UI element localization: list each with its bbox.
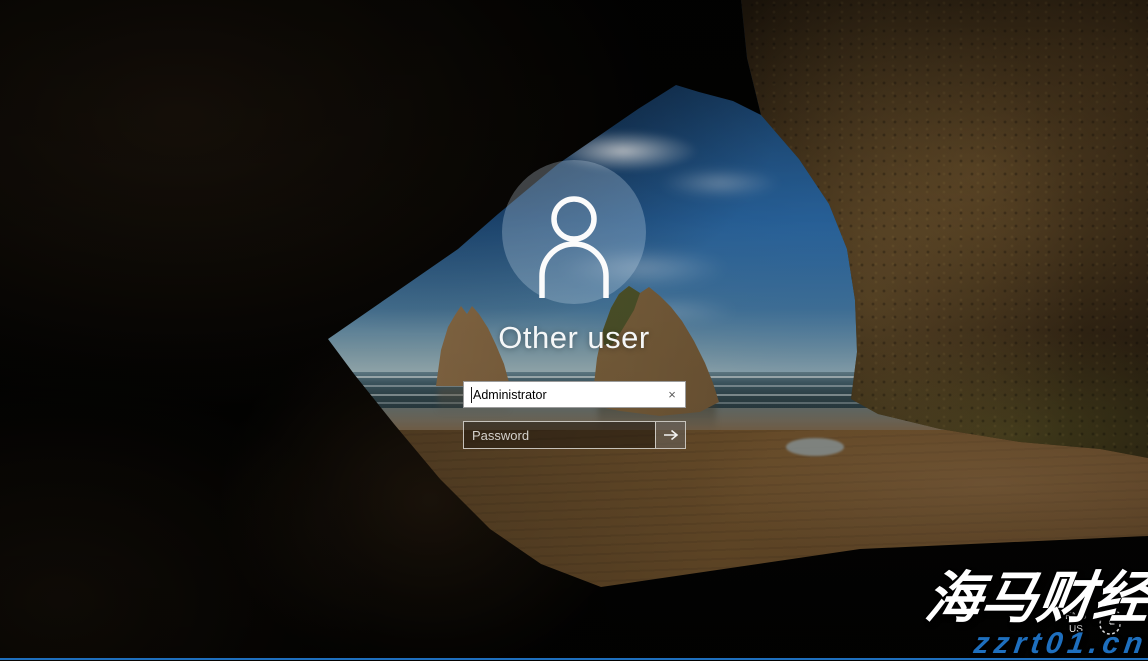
user-tile-label: Other user xyxy=(374,320,774,356)
user-icon xyxy=(524,186,624,300)
watermark-title: 海马财经 xyxy=(922,570,1148,626)
password-input[interactable] xyxy=(464,422,652,448)
windows-login-screen: Other user × ENG US 海马财经 zzrt01.cn xyxy=(0,0,1148,661)
text-caret xyxy=(471,387,472,403)
watermark-underline xyxy=(0,658,1148,660)
watermark-url: zzrt01.cn xyxy=(972,629,1148,659)
user-avatar xyxy=(502,160,646,304)
username-field[interactable]: × xyxy=(463,381,686,408)
password-field[interactable] xyxy=(463,421,686,449)
submit-arrow-icon xyxy=(662,428,680,442)
clear-username-button[interactable]: × xyxy=(659,382,685,407)
username-input[interactable] xyxy=(464,382,661,407)
submit-button[interactable] xyxy=(655,422,685,448)
